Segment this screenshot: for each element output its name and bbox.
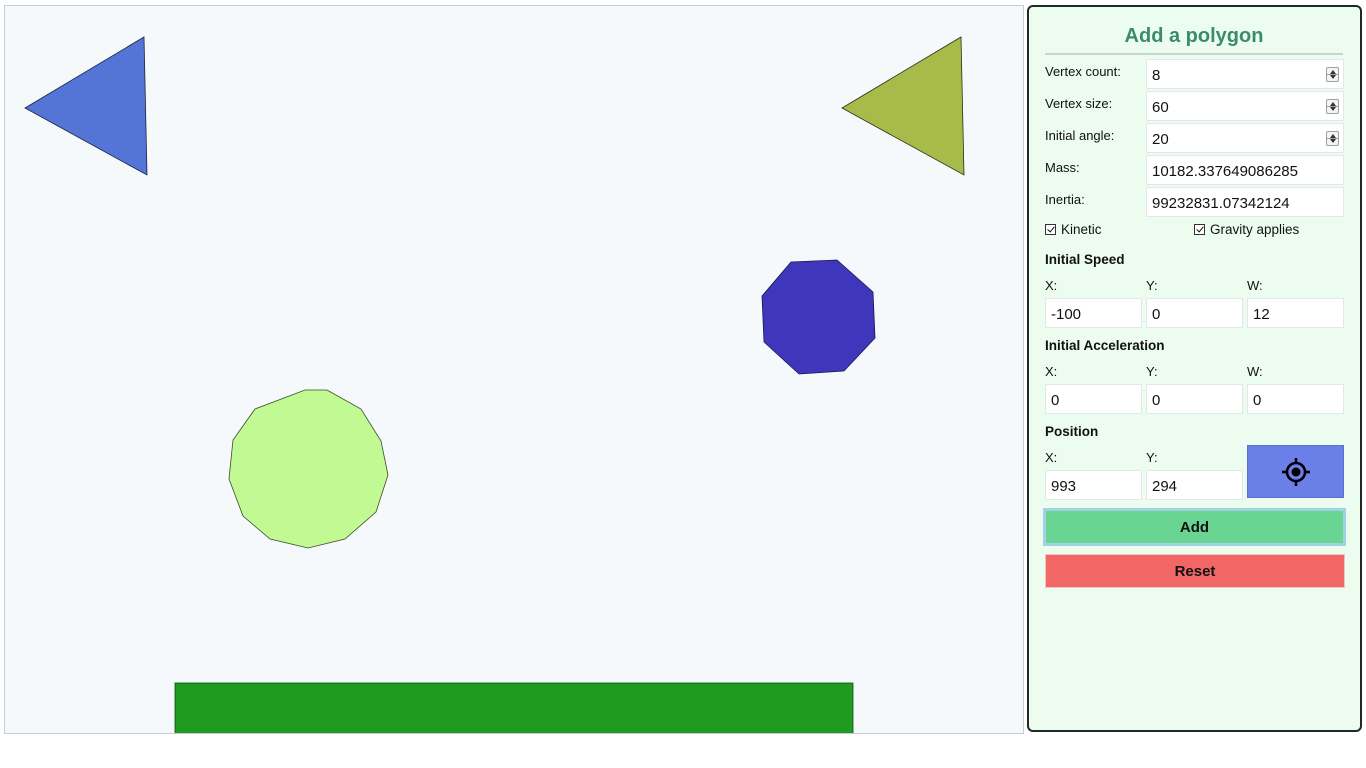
mass-input[interactable]: 10182.337649086285 [1146,155,1344,185]
accel-y-label: Y: [1146,364,1158,379]
accel-w-label: W: [1247,364,1263,379]
speed-w-input[interactable]: 12 [1247,298,1344,328]
reset-button[interactable]: Reset [1045,554,1345,588]
vertex-size-value: 60 [1152,99,1169,116]
speed-w-label: W: [1247,278,1263,293]
ground-platform [174,682,854,733]
initial-acceleration-heading: Initial Acceleration [1045,338,1165,353]
speed-x-input[interactable]: -100 [1045,298,1142,328]
speed-x-label: X: [1045,278,1058,293]
pick-position-button[interactable] [1247,445,1344,498]
speed-y-label: Y: [1146,278,1158,293]
vertex-size-stepper[interactable] [1326,99,1339,114]
initial-speed-heading: Initial Speed [1045,252,1125,267]
vertex-count-label: Vertex count: [1045,64,1121,79]
gravity-checkbox[interactable]: Gravity applies [1194,222,1299,237]
kinetic-label: Kinetic [1061,222,1102,237]
vertex-count-stepper[interactable] [1326,67,1339,82]
add-button[interactable]: Add [1043,508,1346,546]
kinetic-checkbox[interactable]: Kinetic [1045,222,1102,237]
initial-angle-value: 20 [1152,131,1169,148]
position-y-input[interactable]: 294 [1146,470,1243,500]
crosshair-icon [1281,457,1310,486]
position-x-value: 993 [1051,478,1077,495]
speed-x-value: -100 [1051,306,1082,323]
speed-w-value: 12 [1253,306,1270,323]
accel-x-label: X: [1045,364,1058,379]
vertex-count-input[interactable]: 8 [1146,59,1344,89]
inertia-input[interactable]: 99232831.07342124 [1146,187,1344,217]
gravity-check-icon[interactable] [1194,224,1205,235]
accel-w-input[interactable]: 0 [1247,384,1344,414]
speed-y-input[interactable]: 0 [1146,298,1243,328]
vertex-size-label: Vertex size: [1045,96,1113,111]
olive-triangle [841,36,965,176]
accel-x-input[interactable]: 0 [1045,384,1142,414]
add-polygon-panel: Add a polygon Vertex count: 8 Vertex siz… [1027,5,1362,732]
vertex-size-input[interactable]: 60 [1146,91,1344,121]
blue-triangle [24,36,148,176]
inertia-value: 99232831.07342124 [1152,195,1290,212]
vertex-count-value: 8 [1152,67,1161,84]
accel-y-value: 0 [1152,392,1161,409]
speed-y-value: 0 [1152,306,1161,323]
mass-value: 10182.337649086285 [1152,163,1298,180]
position-x-label: X: [1045,450,1058,465]
inertia-label: Inertia: [1045,192,1085,207]
mass-label: Mass: [1045,160,1080,175]
position-y-label: Y: [1146,450,1158,465]
simulation-canvas[interactable] [4,5,1024,734]
title-divider [1045,53,1343,55]
initial-angle-label: Initial angle: [1045,128,1115,143]
kinetic-check-icon[interactable] [1045,224,1056,235]
light-green-dodecagon [228,389,389,549]
gravity-label: Gravity applies [1210,222,1300,237]
accel-w-value: 0 [1253,392,1262,409]
accel-y-input[interactable]: 0 [1146,384,1243,414]
position-y-value: 294 [1152,478,1178,495]
panel-title: Add a polygon [1124,25,1264,47]
indigo-octagon [761,259,876,375]
initial-angle-stepper[interactable] [1326,131,1339,146]
position-heading: Position [1045,424,1099,439]
initial-angle-input[interactable]: 20 [1146,123,1344,153]
position-x-input[interactable]: 993 [1045,470,1142,500]
accel-x-value: 0 [1051,392,1060,409]
